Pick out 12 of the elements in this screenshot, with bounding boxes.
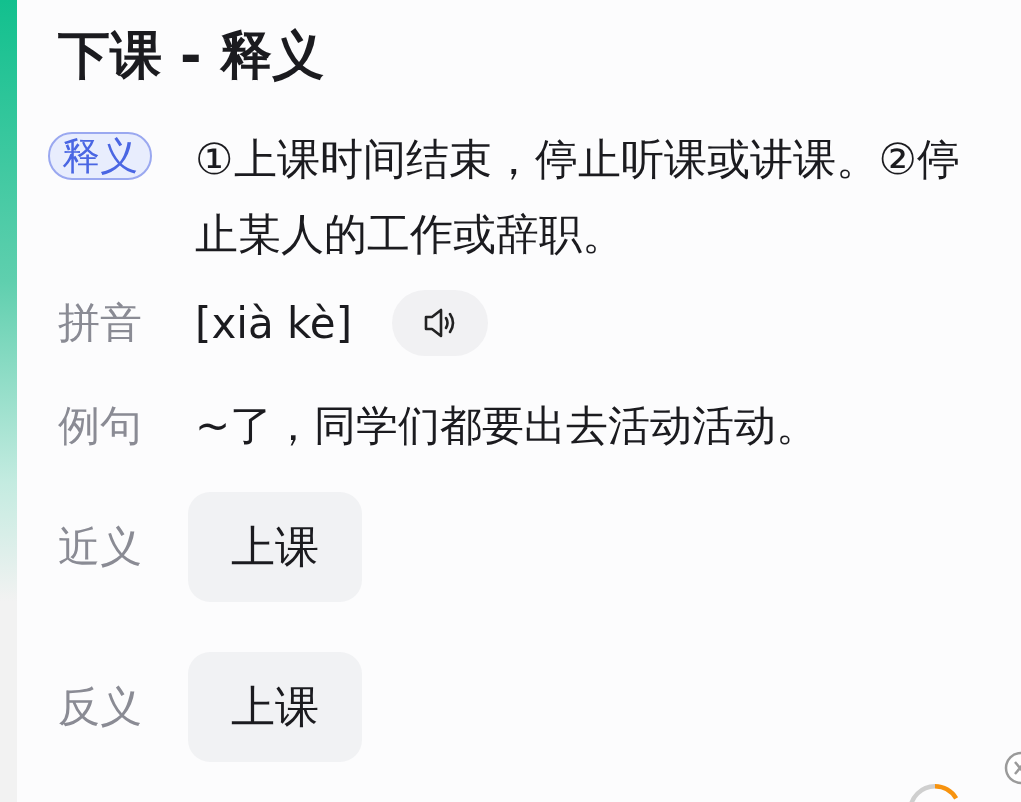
definition-badge: 释义 [48, 132, 152, 180]
pinyin-text: [xià kè] [195, 298, 353, 348]
antonym-chip[interactable]: 上课 [188, 652, 362, 762]
synonym-label: 近义 [58, 522, 142, 571]
example-sentence: ~了，同学们都要出去活动活动。 [195, 400, 819, 452]
antonym-label: 反义 [58, 682, 142, 731]
pinyin-label: 拼音 [58, 298, 142, 347]
synonym-chip[interactable]: 上课 [188, 492, 362, 602]
example-label: 例句 [58, 401, 142, 450]
close-icon[interactable] [1003, 750, 1021, 786]
page-title: 下课 - 释义 [58, 24, 325, 87]
definition-text: ①上课时间结束，停止听课或讲课。②停止某人的工作或辞职。 [195, 133, 962, 261]
